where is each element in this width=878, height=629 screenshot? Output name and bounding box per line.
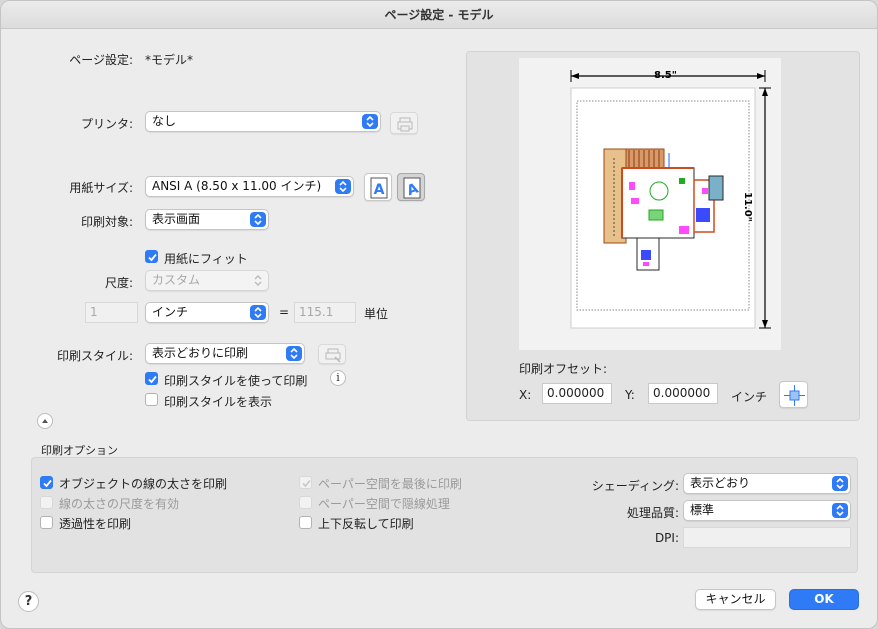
use-plot-style-label: 印刷スタイルを使って印刷 [164, 374, 308, 388]
center-plot-button[interactable] [779, 381, 808, 408]
popup-arrows-icon [286, 346, 302, 361]
hide-paperspace-checkbox[interactable] [299, 496, 312, 509]
preview-panel: 8.5" 11.0" 印刷オフセット: X: 0.000000 Y: 0.000… [466, 51, 860, 421]
popup-arrows-icon [250, 212, 266, 227]
plot-transparency-label: 透過性を印刷 [59, 517, 132, 531]
paper-size-label: 用紙サイズ: [69, 181, 133, 195]
help-button[interactable]: ? [18, 591, 39, 612]
show-plot-style-label: 印刷スタイルを表示 [164, 395, 273, 409]
plot-lineweights-label: オブジェクトの線の太さを印刷 [59, 477, 228, 491]
plot-options-title: 印刷オプション [41, 444, 118, 457]
offset-y-field[interactable]: 0.000000 [648, 383, 718, 404]
plot-style-value: 表示どおりに印刷 [152, 346, 249, 360]
page-setup-label: ページ設定: [69, 53, 133, 67]
scale-inches-field[interactable]: 1 [85, 302, 138, 323]
plot-style-edit-button[interactable] [318, 344, 346, 364]
plot-style-label: 印刷スタイル: [56, 349, 133, 363]
equals-sign: = [279, 305, 290, 319]
collapse-options-button[interactable] [37, 413, 53, 429]
dpi-label: DPI: [654, 531, 679, 545]
scale-unit-select[interactable]: インチ [145, 302, 269, 323]
plot-area-label: 印刷対象: [80, 215, 133, 229]
fit-to-paper-label: 用紙にフィット [164, 252, 248, 266]
checkmark-icon [148, 375, 157, 384]
scale-lineweights-label: 線の太さの尺度を有効 [59, 497, 180, 511]
quality-select[interactable]: 標準 [683, 500, 851, 521]
offset-x-label: X: [519, 388, 532, 402]
checkmark-icon [148, 253, 157, 262]
plot-options-panel: オブジェクトの線の太さを印刷 線の太さの尺度を有効 透過性を印刷 ペーパー空間を… [31, 457, 858, 573]
checkmark-icon [302, 479, 311, 488]
quality-value: 標準 [690, 503, 715, 517]
scale-unit-value: インチ [152, 305, 189, 319]
edit-style-icon [325, 348, 341, 363]
popup-arrows-icon [250, 305, 266, 320]
hide-paperspace-label: ペーパー空間で隠線処理 [318, 497, 450, 511]
paper-size-value: ANSI A (8.50 x 11.00 インチ) [152, 179, 322, 193]
printer-label: プリンタ: [80, 117, 133, 131]
scale-units-label: 単位 [364, 307, 389, 321]
plot-offset-title: 印刷オフセット: [519, 362, 608, 376]
landscape-a-icon: A [403, 177, 421, 199]
dimension-height-label: 11.0" [742, 192, 753, 222]
printer-select[interactable]: なし [145, 111, 381, 132]
window-title: ページ設定 - モデル [1, 1, 877, 29]
page-setup-dialog: ページ設定 - モデル ページ設定: *モデル* プリンタ: なし 用紙サイズ:… [0, 0, 878, 629]
landscape-button[interactable]: A [397, 173, 425, 201]
show-plot-style-checkbox[interactable] [145, 393, 158, 406]
scale-value: カスタム [152, 273, 201, 287]
popup-arrows-icon [335, 179, 351, 194]
popup-arrows-icon [832, 476, 848, 491]
plot-style-select[interactable]: 表示どおりに印刷 [145, 343, 305, 364]
portrait-button[interactable]: A [364, 173, 392, 201]
paperspace-last-label: ペーパー空間を最後に印刷 [318, 477, 462, 491]
printer-icon [397, 117, 413, 132]
dpi-field[interactable] [683, 527, 851, 548]
popup-arrows-icon [832, 503, 848, 518]
scale-select[interactable]: カスタム [145, 270, 269, 291]
paper-size-select[interactable]: ANSI A (8.50 x 11.00 インチ) [145, 176, 354, 197]
plot-lineweights-checkbox[interactable] [40, 476, 53, 489]
info-icon[interactable]: i [330, 370, 346, 386]
svg-text:A: A [374, 182, 385, 198]
shading-value: 表示どおり [690, 476, 751, 490]
plot-area-value: 表示画面 [152, 212, 201, 226]
chevron-up-icon [42, 419, 48, 423]
upside-down-checkbox[interactable] [299, 516, 312, 529]
portrait-a-icon: A [370, 177, 388, 199]
ok-button[interactable]: OK [789, 589, 859, 610]
use-plot-style-checkbox[interactable] [145, 372, 158, 385]
scale-label: 尺度: [104, 276, 133, 290]
plot-area-select[interactable]: 表示画面 [145, 209, 269, 230]
offset-unit-label: インチ [731, 390, 768, 404]
shading-label: シェーディング: [591, 479, 679, 493]
popup-arrows-icon [250, 273, 266, 288]
popup-arrows-icon [362, 114, 378, 129]
offset-x-field[interactable]: 0.000000 [542, 383, 612, 404]
cancel-button[interactable]: キャンセル [695, 589, 776, 610]
printer-properties-button[interactable] [390, 112, 418, 134]
upside-down-label: 上下反転して印刷 [318, 517, 414, 531]
checkmark-icon [43, 479, 52, 488]
page-setup-value: *モデル* [145, 53, 194, 67]
scale-lineweights-checkbox[interactable] [40, 496, 53, 509]
center-plot-icon [784, 385, 805, 406]
scale-units-field[interactable]: 115.1 [294, 302, 356, 323]
offset-y-label: Y: [625, 388, 635, 402]
dimension-width-label: 8.5" [654, 70, 677, 81]
shading-select[interactable]: 表示どおり [683, 473, 851, 494]
printer-select-value: なし [152, 114, 177, 128]
paperspace-last-checkbox[interactable] [299, 476, 312, 489]
fit-to-paper-checkbox[interactable] [145, 250, 158, 263]
quality-label: 処理品質: [626, 506, 679, 520]
plot-transparency-checkbox[interactable] [40, 516, 53, 529]
